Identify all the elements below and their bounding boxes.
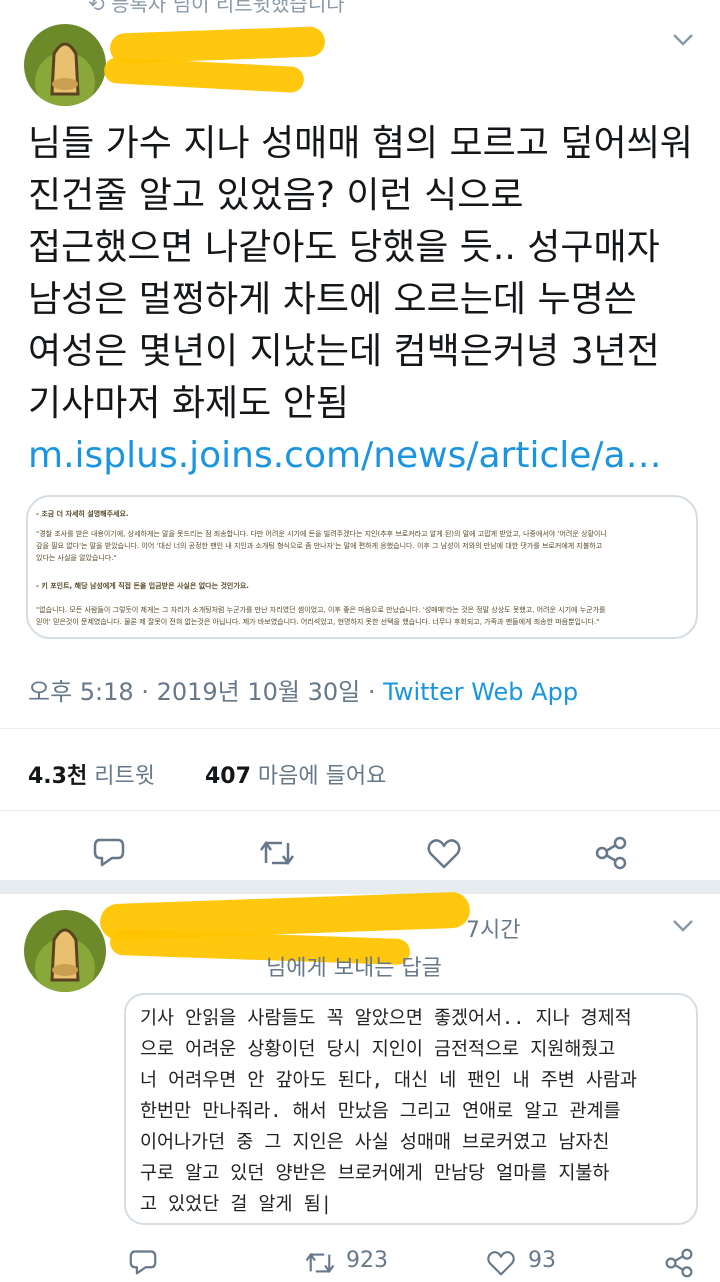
retweet-button[interactable] [258, 838, 296, 872]
tweet-stats: 4.3천 리트윗 407 마음에 들어요 [28, 758, 386, 790]
reply-retweet-count: 923 [346, 1248, 388, 1273]
chevron-down-icon[interactable] [672, 32, 694, 51]
reply-retweet-button[interactable] [304, 1250, 336, 1280]
reply-avatar[interactable] [24, 910, 106, 992]
tweet-link[interactable]: m.isplus.joins.com/news/article/a… [28, 435, 662, 476]
divider [0, 810, 720, 811]
replying-to: 님에게 보내는 답글 [266, 956, 442, 981]
retweet-banner: ⟲ 등록자 님이 리트윗했습니다 [88, 0, 345, 16]
reply-like-button[interactable] [486, 1250, 516, 1281]
image-text-line: 있다는 사실을 알았습니다." [36, 554, 117, 562]
share-icon [665, 1248, 693, 1278]
reply-icon [129, 1250, 157, 1275]
image-text-line: "없습니다. 모든 사람들이 그렇듯이 제게는 그 자리가 소개팅처럼 누군가를… [36, 606, 606, 614]
redacted-handle-scribble [103, 56, 305, 94]
reply-time[interactable]: 7시간 [466, 912, 520, 944]
retweet-count: 4.3천 [28, 764, 88, 789]
reply-share-button[interactable] [664, 1248, 694, 1282]
image-text-line: "경찰 조사를 받은 내용이기에, 상세하게는 말을 못드리는 점 죄송합니다.… [36, 530, 607, 538]
divider [0, 728, 720, 729]
image-text-line: - 조금 더 자세히 설명해주세요. [36, 510, 129, 518]
reply-image-text: 기사 안읽을 사람들도 꼭 알았으면 좋겠어서.. 지나 경제적 으로 어려운 … [140, 1008, 637, 1215]
like-count: 407 [204, 764, 251, 789]
avatar-image [24, 24, 106, 106]
chevron-down-icon[interactable] [672, 918, 694, 937]
image-text-line: 갚을 필요 없다'는 말을 받았습니다. 이어 '대신 너의 공정한 팬인 내 … [36, 542, 603, 550]
image-text-line: 믿어' 믿은것이 문제였습니다. 물론 제 잘못이 전혀 없는것은 아닙니다. … [36, 618, 600, 626]
like-stat[interactable]: 407 마음에 들어요 [205, 764, 386, 789]
avatar-image [24, 910, 106, 992]
retweet-icon [305, 1252, 335, 1274]
like-label: 마음에 들어요 [257, 764, 387, 789]
tweet-meta: 오후 5:18 · 2019년 10월 30일 · Twitter Web Ap… [28, 678, 579, 706]
retweet-stat[interactable]: 4.3천 리트윗 [28, 764, 155, 789]
retweet-label: 리트윗 [94, 764, 155, 789]
heart-icon [487, 1251, 515, 1276]
attached-image[interactable]: - 조금 더 자세히 설명해주세요. "경찰 조사를 받은 내용이기에, 상세하… [26, 495, 698, 639]
reply-button[interactable] [92, 836, 126, 872]
source-link[interactable]: Twitter Web App [383, 678, 578, 706]
section-gap [0, 880, 720, 894]
heart-icon [427, 839, 461, 869]
reply-icon [93, 838, 125, 867]
like-button[interactable] [426, 838, 462, 874]
tweet-text: 님들 가수 지나 성매매 혐의 모르고 덮어씌워 진건줄 알고 있었음? 이런 … [28, 118, 698, 482]
reply-reply-button[interactable] [128, 1248, 158, 1280]
tweet-body: 님들 가수 지나 성매매 혐의 모르고 덮어씌워 진건줄 알고 있었음? 이런 … [28, 123, 705, 424]
share-icon [595, 836, 627, 870]
avatar[interactable] [24, 24, 106, 106]
reply-like-count: 93 [528, 1248, 556, 1273]
share-button[interactable] [594, 836, 628, 874]
timestamp[interactable]: 오후 5:18 · 2019년 10월 30일 [28, 678, 360, 706]
image-text-line: - 키 포인트, 해당 남성에게 직접 돈을 입금받은 사실은 없다는 것인가요… [36, 582, 249, 590]
reply-attached-image[interactable]: 기사 안읽을 사람들도 꼭 알았으면 좋겠어서.. 지나 경제적 으로 어려운 … [124, 993, 698, 1225]
retweet-icon [259, 840, 295, 866]
